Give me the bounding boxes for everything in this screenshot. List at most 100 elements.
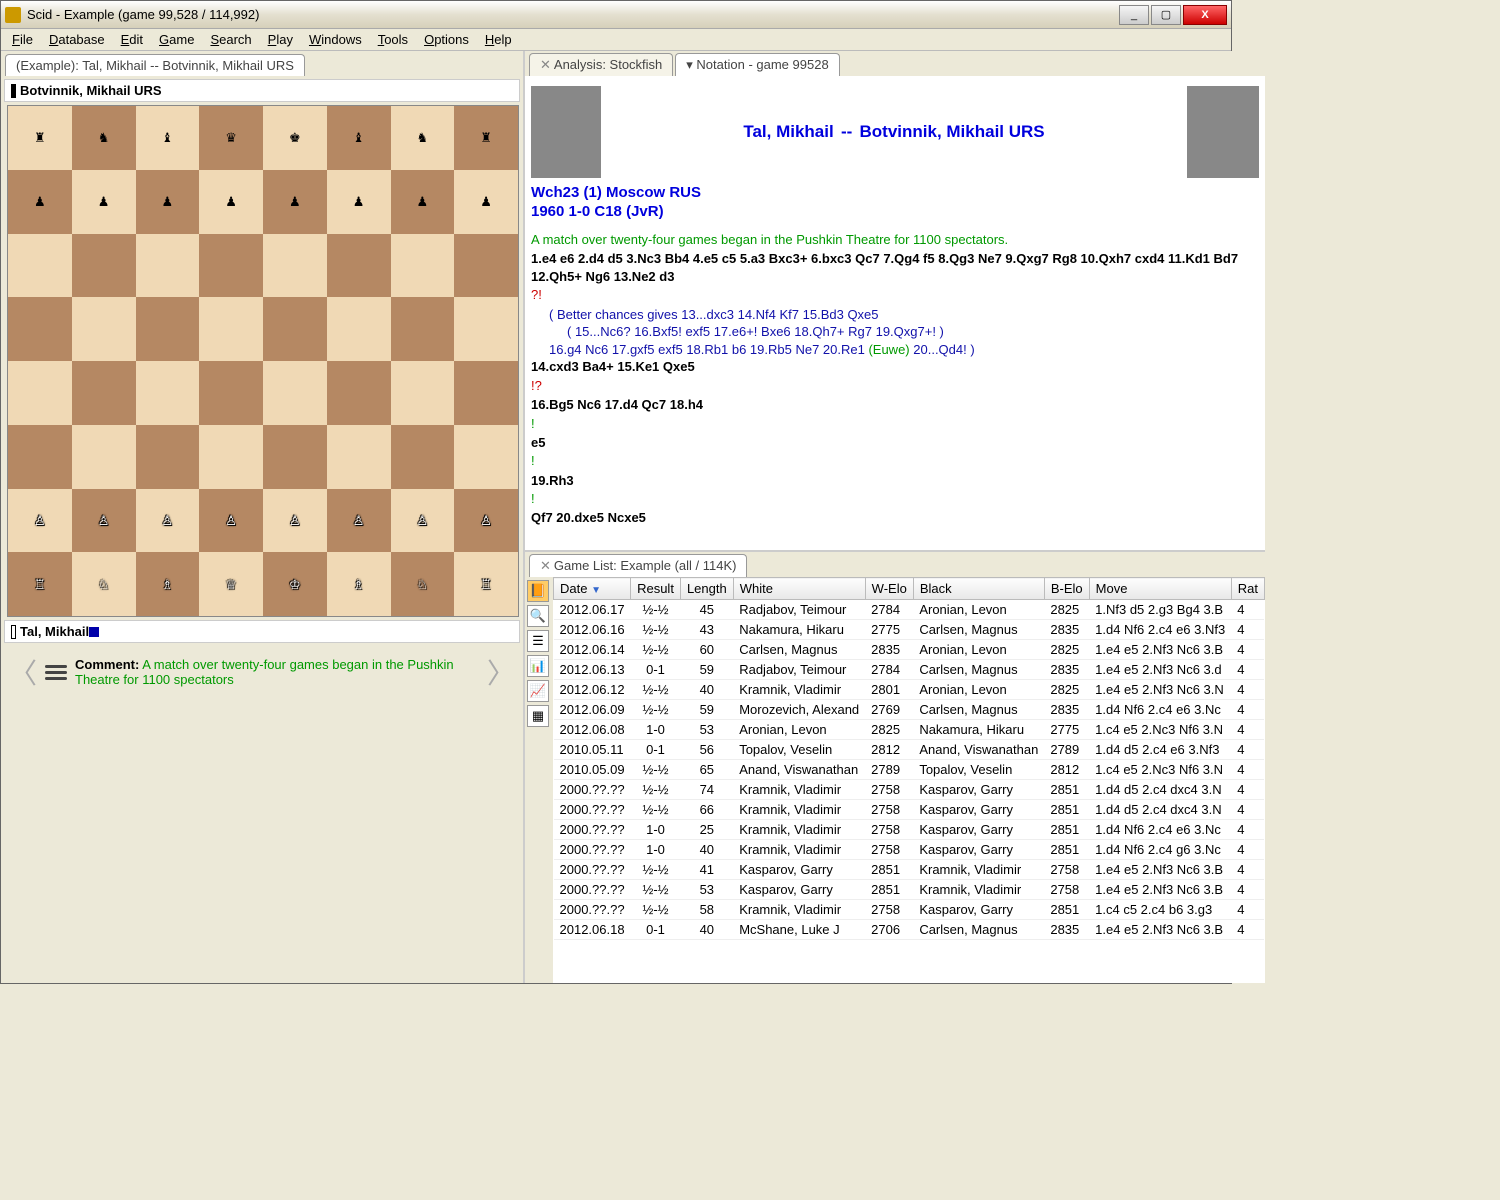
square[interactable]: ♕ <box>199 552 263 616</box>
square[interactable]: ♙ <box>327 489 391 553</box>
game-row[interactable]: 2012.06.081-053Aronian, Levon2825Nakamur… <box>554 720 1265 740</box>
square[interactable] <box>136 361 200 425</box>
square[interactable]: ♙ <box>391 489 455 553</box>
square[interactable]: ♝ <box>136 106 200 170</box>
game-row[interactable]: 2012.06.12½-½40Kramnik, Vladimir2801Aron… <box>554 680 1265 700</box>
game-row[interactable]: 2012.06.130-159Radjabov, Teimour2784Carl… <box>554 660 1265 680</box>
prev-move-button[interactable]: 〈 <box>9 652 37 692</box>
square[interactable]: ♗ <box>136 552 200 616</box>
square[interactable]: ♜ <box>454 106 518 170</box>
square[interactable] <box>136 425 200 489</box>
square[interactable]: ♟ <box>327 170 391 234</box>
game-list-table[interactable]: Date ▼ResultLengthWhiteW-EloBlackB-EloMo… <box>553 577 1265 983</box>
col-w-elo[interactable]: W-Elo <box>865 578 913 600</box>
next-move-button[interactable]: 〉 <box>487 652 515 692</box>
game-row[interactable]: 2000.??.??½-½53Kasparov, Garry2851Kramni… <box>554 880 1265 900</box>
menu-edit[interactable]: Edit <box>114 30 150 49</box>
square[interactable]: ♙ <box>72 489 136 553</box>
search-icon[interactable]: 🔍 <box>527 605 549 627</box>
square[interactable] <box>199 234 263 298</box>
game-row[interactable]: 2012.06.17½-½45Radjabov, Teimour2784Aron… <box>554 600 1265 620</box>
game-row[interactable]: 2012.06.14½-½60Carlsen, Magnus2835Aronia… <box>554 640 1265 660</box>
col-rat[interactable]: Rat <box>1231 578 1264 600</box>
square[interactable] <box>263 425 327 489</box>
square[interactable]: ♟ <box>199 170 263 234</box>
square[interactable] <box>327 297 391 361</box>
square[interactable] <box>454 234 518 298</box>
square[interactable]: ♙ <box>8 489 72 553</box>
col-white[interactable]: White <box>733 578 865 600</box>
square[interactable]: ♛ <box>199 106 263 170</box>
game-row[interactable]: 2000.??.??½-½66Kramnik, Vladimir2758Kasp… <box>554 800 1265 820</box>
game-notation[interactable]: A match over twenty-four games began in … <box>531 230 1259 552</box>
square[interactable] <box>263 297 327 361</box>
game-row[interactable]: 2000.??.??½-½41Kasparov, Garry2851Kramni… <box>554 860 1265 880</box>
square[interactable]: ♟ <box>136 170 200 234</box>
square[interactable] <box>8 297 72 361</box>
square[interactable] <box>8 425 72 489</box>
square[interactable]: ♟ <box>8 170 72 234</box>
square[interactable] <box>327 361 391 425</box>
col-black[interactable]: Black <box>913 578 1044 600</box>
square[interactable] <box>391 425 455 489</box>
square[interactable] <box>199 361 263 425</box>
square[interactable]: ♟ <box>391 170 455 234</box>
minimize-button[interactable]: _ <box>1119 5 1149 25</box>
square[interactable]: ♟ <box>263 170 327 234</box>
square[interactable] <box>454 361 518 425</box>
menu-windows[interactable]: Windows <box>302 30 369 49</box>
move-list-button[interactable] <box>45 662 67 683</box>
square[interactable]: ♞ <box>72 106 136 170</box>
square[interactable] <box>199 297 263 361</box>
gamelist-tab[interactable]: ✕Game List: Example (all / 114K) <box>529 554 747 577</box>
square[interactable]: ♗ <box>327 552 391 616</box>
square[interactable]: ♙ <box>199 489 263 553</box>
square[interactable]: ♙ <box>263 489 327 553</box>
square[interactable] <box>199 425 263 489</box>
square[interactable] <box>327 425 391 489</box>
menu-database[interactable]: Database <box>42 30 112 49</box>
square[interactable]: ♙ <box>454 489 518 553</box>
square[interactable] <box>136 234 200 298</box>
col-result[interactable]: Result <box>631 578 681 600</box>
game-row[interactable]: 2000.??.??1-040Kramnik, Vladimir2758Kasp… <box>554 840 1265 860</box>
chess-board[interactable]: ♜♞♝♛♚♝♞♜♟♟♟♟♟♟♟♟♙♙♙♙♙♙♙♙♖♘♗♕♔♗♘♖ <box>7 105 519 617</box>
game-row[interactable]: 2000.??.??½-½74Kramnik, Vladimir2758Kasp… <box>554 780 1265 800</box>
notation-pane[interactable]: Tal, Mikhail -- Botvinnik, Mikhail URS W… <box>525 76 1265 552</box>
square[interactable]: ♖ <box>454 552 518 616</box>
square[interactable] <box>8 361 72 425</box>
book-icon[interactable]: 📙 <box>527 580 549 602</box>
menu-game[interactable]: Game <box>152 30 201 49</box>
game-row[interactable]: 2010.05.09½-½65Anand, Viswanathan2789Top… <box>554 760 1265 780</box>
board-tab[interactable]: (Example): Tal, Mikhail -- Botvinnik, Mi… <box>5 54 305 76</box>
square[interactable]: ♞ <box>391 106 455 170</box>
square[interactable] <box>391 361 455 425</box>
col-date[interactable]: Date ▼ <box>554 578 631 600</box>
square[interactable]: ♖ <box>8 552 72 616</box>
square[interactable] <box>136 297 200 361</box>
game-row[interactable]: 2012.06.16½-½43Nakamura, Hikaru2775Carls… <box>554 620 1265 640</box>
square[interactable] <box>263 234 327 298</box>
square[interactable]: ♘ <box>72 552 136 616</box>
square[interactable]: ♔ <box>263 552 327 616</box>
chart-icon[interactable]: 📊 <box>527 655 549 677</box>
stats-icon[interactable]: 📈 <box>527 680 549 702</box>
notation-tab[interactable]: ▾ Notation - game 99528 <box>675 53 839 76</box>
analysis-tab[interactable]: ✕Analysis: Stockfish <box>529 53 673 76</box>
square[interactable] <box>391 297 455 361</box>
close-button[interactable]: X <box>1183 5 1227 25</box>
game-row[interactable]: 2012.06.09½-½59Morozevich, Alexand2769Ca… <box>554 700 1265 720</box>
menu-file[interactable]: File <box>5 30 40 49</box>
menu-play[interactable]: Play <box>261 30 300 49</box>
square[interactable] <box>327 234 391 298</box>
square[interactable] <box>454 297 518 361</box>
menu-options[interactable]: Options <box>417 30 476 49</box>
menu-tools[interactable]: Tools <box>371 30 415 49</box>
col-b-elo[interactable]: B-Elo <box>1044 578 1089 600</box>
square[interactable]: ♜ <box>8 106 72 170</box>
game-row[interactable]: 2000.??.??1-025Kramnik, Vladimir2758Kasp… <box>554 820 1265 840</box>
square[interactable] <box>72 234 136 298</box>
square[interactable] <box>8 234 72 298</box>
square[interactable] <box>391 234 455 298</box>
square[interactable] <box>72 297 136 361</box>
